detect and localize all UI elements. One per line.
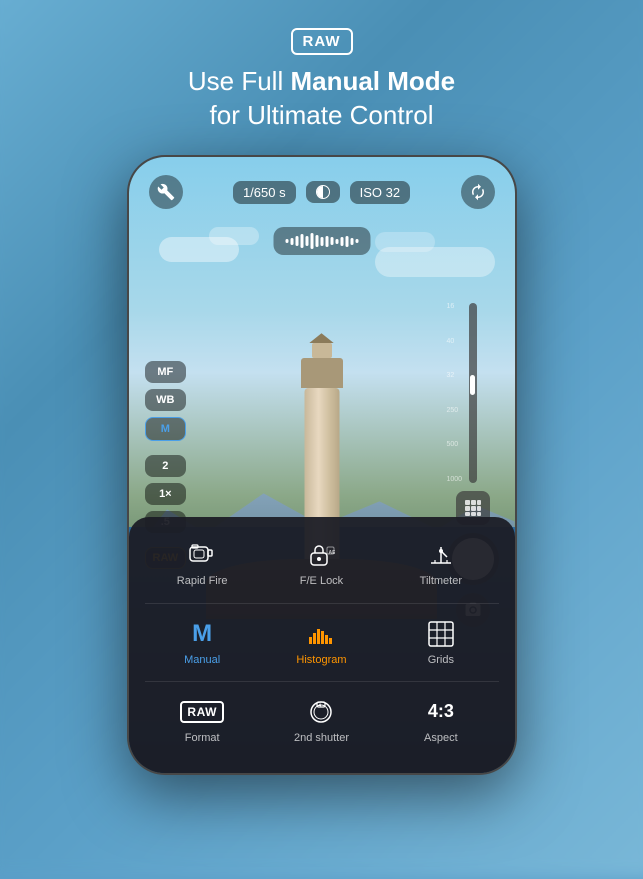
mode-button[interactable]: M: [145, 417, 187, 441]
tiltmeter-item[interactable]: Tiltmeter: [383, 531, 498, 596]
raw-format-icon: RAW: [186, 696, 218, 728]
slider-thumb[interactable]: [470, 375, 475, 395]
headline-line1: Use Full: [188, 66, 291, 96]
rapid-fire-item[interactable]: Rapid Fire: [145, 531, 260, 596]
iso-slider[interactable]: [469, 303, 477, 483]
histogram-item[interactable]: Histogram: [264, 610, 379, 675]
fe-lock-label: F/E Lock: [300, 575, 343, 588]
raw-badge: RAW: [291, 28, 353, 55]
raw-format-label: Format: [185, 732, 220, 745]
headline-line2: for Ultimate Control: [210, 100, 434, 130]
shutter-speed-pill[interactable]: 1/650 s: [233, 181, 296, 204]
zoom-2x-button[interactable]: 2: [145, 455, 187, 477]
menu-grid: Rapid Fire AE F/E Lock: [145, 531, 499, 753]
zoom-1x-button[interactable]: 1×: [145, 483, 187, 505]
phone-mockup: 1/650 s ISO 32: [127, 155, 517, 775]
white-balance-button[interactable]: WB: [145, 389, 187, 411]
rapid-fire-label: Rapid Fire: [177, 575, 228, 588]
histogram-icon: [305, 618, 337, 650]
2nd-shutter-icon: 4: [305, 696, 337, 728]
aspect-item[interactable]: 4:3 Aspect: [383, 688, 498, 753]
manual-label: Manual: [184, 654, 220, 667]
headline-bold: Manual Mode: [290, 66, 455, 96]
iso-value: ISO 32: [360, 185, 400, 200]
grids-icon: [425, 618, 457, 650]
manual-icon: M: [186, 618, 218, 650]
histogram-label: Histogram: [296, 654, 346, 667]
fe-lock-icon: AE: [305, 539, 337, 571]
header: RAW Use Full Manual Mode for Ultimate Co…: [0, 0, 643, 133]
raw-format-item[interactable]: RAW Format: [145, 688, 260, 753]
focus-mode-button[interactable]: MF: [145, 361, 187, 383]
camera-ui: 1/650 s ISO 32: [129, 157, 515, 773]
camera-top-bar: 1/650 s ISO 32: [129, 157, 515, 209]
grids-label: Grids: [428, 654, 454, 667]
2nd-shutter-label: 2nd shutter: [294, 732, 349, 745]
flip-button[interactable]: [461, 175, 495, 209]
exposure-icon: [316, 185, 330, 199]
2nd-shutter-item[interactable]: 4 2nd shutter: [264, 688, 379, 753]
manual-item[interactable]: M Manual: [145, 610, 260, 675]
tiltmeter-icon: [425, 539, 457, 571]
aspect-icon: 4:3: [425, 696, 457, 728]
grids-item[interactable]: Grids: [383, 610, 498, 675]
camera-info-bar: 1/650 s ISO 32: [233, 181, 410, 204]
tiltmeter-label: Tiltmeter: [420, 575, 462, 588]
fe-lock-item[interactable]: AE F/E Lock: [264, 531, 379, 596]
camera-view: 1/650 s ISO 32: [129, 157, 515, 773]
slider-numbers: 16 40 32 250 500 1000: [447, 303, 463, 483]
aspect-label: Aspect: [424, 732, 458, 745]
bottom-panel: Rapid Fire AE F/E Lock: [129, 517, 515, 773]
shutter-speed-value: 1/650 s: [243, 185, 286, 200]
iso-pill[interactable]: ISO 32: [350, 181, 410, 204]
audio-waveform: [273, 227, 370, 255]
tools-button[interactable]: [149, 175, 183, 209]
svg-text:AE: AE: [329, 550, 336, 556]
headline: Use Full Manual Mode for Ultimate Contro…: [0, 65, 643, 133]
exposure-pill[interactable]: [306, 181, 340, 203]
rapid-fire-icon: [186, 539, 218, 571]
